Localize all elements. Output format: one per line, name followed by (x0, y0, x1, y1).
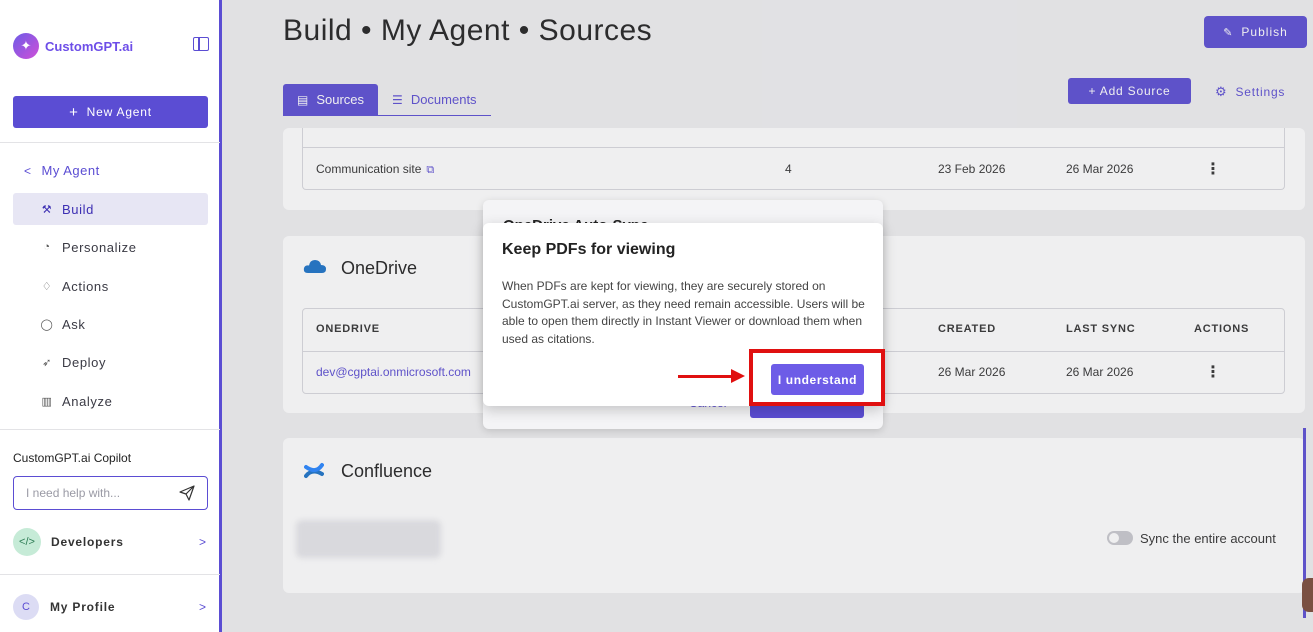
brand-logo[interactable]: ✦ CustomGPT.ai (13, 32, 209, 60)
modal-title: Keep PDFs for viewing (502, 241, 676, 258)
sidebar-item-ask[interactable]: ◯ Ask (13, 308, 208, 340)
back-to-agent-link[interactable]: < My Agent (24, 163, 100, 178)
plus-icon: + (69, 103, 79, 121)
developers-label: Developers (51, 535, 124, 549)
actions-icon: ♢ (41, 280, 53, 293)
sidebar-item-label: Actions (62, 278, 109, 294)
modal-body: When PDFs are kept for viewing, they are… (502, 279, 865, 346)
new-agent-button[interactable]: + New Agent (13, 96, 208, 128)
sidebar-item-label: Deploy (62, 354, 107, 370)
copilot-placeholder: I need help with... (26, 486, 121, 500)
divider (0, 574, 220, 575)
sidebar-item-deploy[interactable]: ➶ Deploy (13, 346, 208, 378)
code-icon: </> (13, 528, 41, 556)
sidebar-item-label: Personalize (62, 239, 137, 255)
profile-label: My Profile (50, 600, 116, 614)
copilot-title: CustomGPT.ai Copilot (13, 451, 132, 465)
sidebar-item-label: Analyze (62, 393, 113, 409)
annotation-arrow-head-icon (731, 369, 745, 383)
chat-icon: ◯ (40, 318, 54, 331)
profile-row[interactable]: C My Profile > (13, 593, 208, 621)
brand-name: CustomGPT.ai (45, 38, 134, 54)
divider (0, 429, 220, 430)
annotation-highlight-box (749, 349, 885, 406)
sidebar-item-analyze[interactable]: ▥ Analyze (13, 385, 208, 417)
chevron-right-icon: > (198, 535, 206, 549)
copilot-input[interactable]: I need help with... (13, 476, 208, 510)
sidebar-item-label: Build (62, 201, 94, 217)
avatar: C (13, 594, 39, 620)
developers-row[interactable]: </> Developers > (13, 527, 208, 557)
build-icon: ⚒ (41, 203, 53, 216)
sidebar-item-build[interactable]: ⚒ Build (13, 193, 208, 225)
brain-logo-icon: ✦ (13, 33, 39, 59)
sidebar: ✦ CustomGPT.ai + New Agent < My Agent ⚒ … (0, 0, 222, 632)
annotation-arrow-icon (678, 375, 736, 378)
sidebar-item-actions[interactable]: ♢ Actions (13, 270, 208, 302)
new-agent-label: New Agent (86, 105, 152, 119)
chart-icon: ▥ (41, 395, 53, 408)
chevron-left-icon: < (24, 163, 32, 178)
sidebar-toggle-icon[interactable] (193, 37, 209, 51)
divider (0, 142, 220, 143)
send-icon[interactable] (179, 485, 195, 501)
sidebar-item-label: Ask (62, 316, 86, 332)
sidebar-item-personalize[interactable]: ◔ Personalize (13, 231, 208, 263)
chevron-right-icon: > (198, 600, 206, 614)
palette-icon: ◔ (43, 241, 51, 253)
back-label: My Agent (41, 163, 100, 178)
rocket-icon: ➶ (42, 356, 52, 369)
